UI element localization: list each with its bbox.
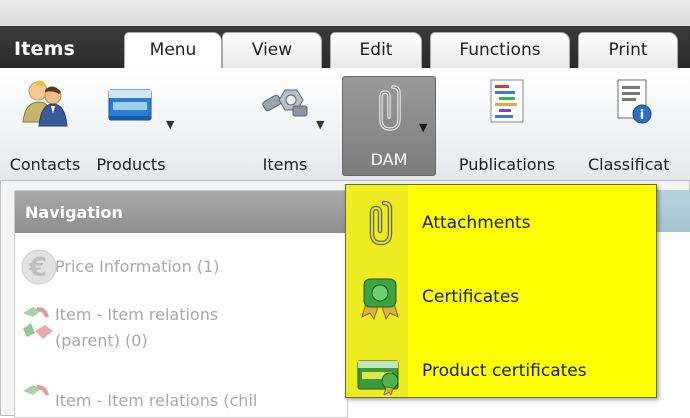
ribbon-button-label: Contacts <box>9 155 81 174</box>
tab-label: Edit <box>359 40 393 60</box>
tab-bar: Items Menu View Edit Functions Print <box>0 26 690 68</box>
publications-button[interactable]: Publications <box>444 74 570 180</box>
menu-item-product-certificates[interactable]: Product certificates <box>346 341 656 403</box>
paperclip-icon <box>369 200 393 246</box>
euro-icon: € <box>21 249 57 285</box>
app-window: Items Menu View Edit Functions Print Con… <box>0 0 690 418</box>
paperclip-icon <box>379 85 401 131</box>
items-button[interactable]: ▼ Items <box>240 74 330 180</box>
ribbon-button-label: Classificat <box>588 155 670 174</box>
dam-dropdown-menu: Attachments Certificates Product certifi… <box>345 184 657 398</box>
tab-label: Functions <box>459 40 541 60</box>
nav-item-label: Item - Item relations (chil <box>55 391 258 410</box>
nav-item-parent-relations[interactable]: Item - Item relations (parent) (0) <box>19 303 339 367</box>
tab-label: Menu <box>149 40 197 60</box>
nav-item-label: Item - Item relations <box>55 305 219 324</box>
ribbon-toolbar: Contacts ▼ Products ▼ Items ▼ DAM Public… <box>0 68 690 181</box>
ribbon-button-label: Items <box>262 155 308 174</box>
item-relations-icon <box>23 385 49 395</box>
navigation-title: Navigation <box>25 203 123 222</box>
svg-text:i: i <box>640 108 644 123</box>
item-relations-icon <box>23 307 53 339</box>
items-icon <box>262 89 308 117</box>
nav-item-child-relations[interactable]: Item - Item relations (chil <box>19 381 339 417</box>
classification-icon: i <box>617 79 652 124</box>
dam-button[interactable]: ▼ DAM <box>342 76 436 176</box>
products-icon <box>108 89 152 121</box>
ribbon-button-label: Products <box>96 155 166 174</box>
tab-label: Print <box>608 40 648 60</box>
tab-edit[interactable]: Edit <box>330 32 422 68</box>
nav-item-price-information[interactable]: € Price Information (1) <box>19 247 339 287</box>
chevron-down-icon: ▼ <box>419 121 428 134</box>
menu-item-certificates[interactable]: Certificates <box>346 267 656 329</box>
menu-item-label: Product certificates <box>422 361 587 381</box>
tab-functions[interactable]: Functions <box>430 32 570 68</box>
menu-item-label: Certificates <box>422 287 520 307</box>
contacts-button[interactable]: Contacts <box>6 74 84 180</box>
navigation-header: Navigation <box>15 191 347 233</box>
tab-view[interactable]: View <box>222 32 322 68</box>
chevron-down-icon: ▼ <box>316 118 325 131</box>
tab-label: View <box>251 40 293 60</box>
product-certificate-icon <box>357 360 399 395</box>
publications-icon <box>490 79 524 123</box>
navigation-panel: Navigation € Price Information (1) Item … <box>14 190 348 418</box>
products-button[interactable]: ▼ Products <box>84 74 178 180</box>
app-title: Items <box>14 38 76 60</box>
nav-item-label-continued: (parent) (0) <box>55 331 148 350</box>
classification-button[interactable]: i Classificat <box>574 74 690 180</box>
contacts-icon <box>22 80 68 127</box>
menu-item-label: Attachments <box>422 213 531 233</box>
svg-text:€: € <box>28 253 47 283</box>
ribbon-button-label: Publications <box>458 155 556 174</box>
ribbon-button-label: DAM <box>370 150 408 169</box>
nav-item-label: Price Information (1) <box>55 257 220 276</box>
window-top-bar <box>0 0 690 26</box>
tab-print[interactable]: Print <box>578 32 678 68</box>
menu-item-attachments[interactable]: Attachments <box>346 193 656 255</box>
certificate-icon <box>361 278 399 321</box>
chevron-down-icon: ▼ <box>166 118 175 131</box>
tab-menu[interactable]: Menu <box>124 32 222 68</box>
